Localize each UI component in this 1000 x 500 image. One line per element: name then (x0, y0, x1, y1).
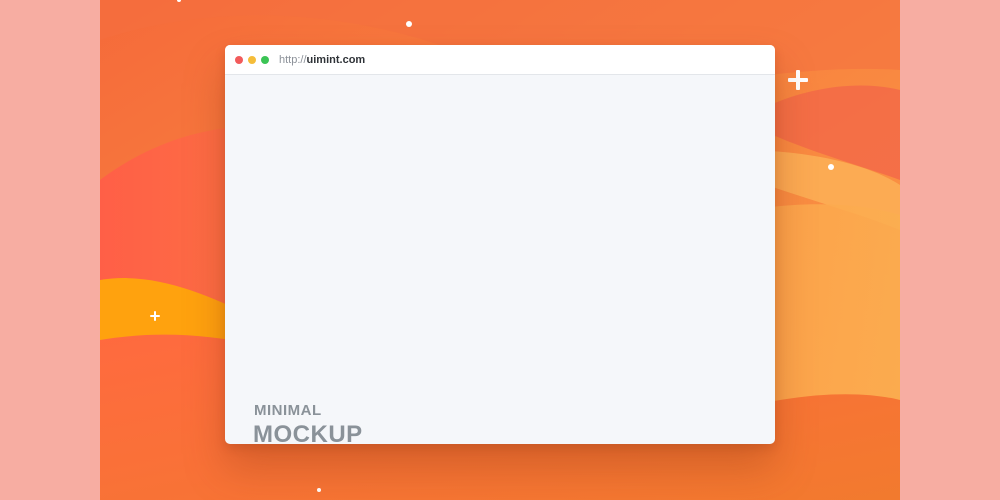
address-bar[interactable]: http://uimint.com (279, 54, 365, 66)
headline-big: MOCKUP (253, 421, 363, 444)
dot-sparkle-icon (828, 164, 834, 170)
dot-sparkle-icon (317, 488, 321, 492)
plus-sparkle-icon (788, 70, 808, 90)
outer-background: http://uimint.com MINIMAL MOCKUP (0, 0, 1000, 500)
maximize-dot-icon[interactable] (261, 56, 269, 64)
url-host: uimint.com (306, 54, 366, 66)
close-dot-icon[interactable] (235, 56, 243, 64)
minimize-dot-icon[interactable] (248, 56, 256, 64)
browser-window: http://uimint.com MINIMAL MOCKUP (225, 45, 775, 444)
headline-small: MINIMAL (254, 402, 322, 419)
browser-content: MINIMAL MOCKUP (225, 75, 775, 444)
browser-titlebar: http://uimint.com (225, 45, 775, 75)
plus-sparkle-icon (150, 311, 160, 321)
dot-sparkle-icon (406, 21, 412, 27)
url-scheme: http:// (279, 54, 307, 66)
